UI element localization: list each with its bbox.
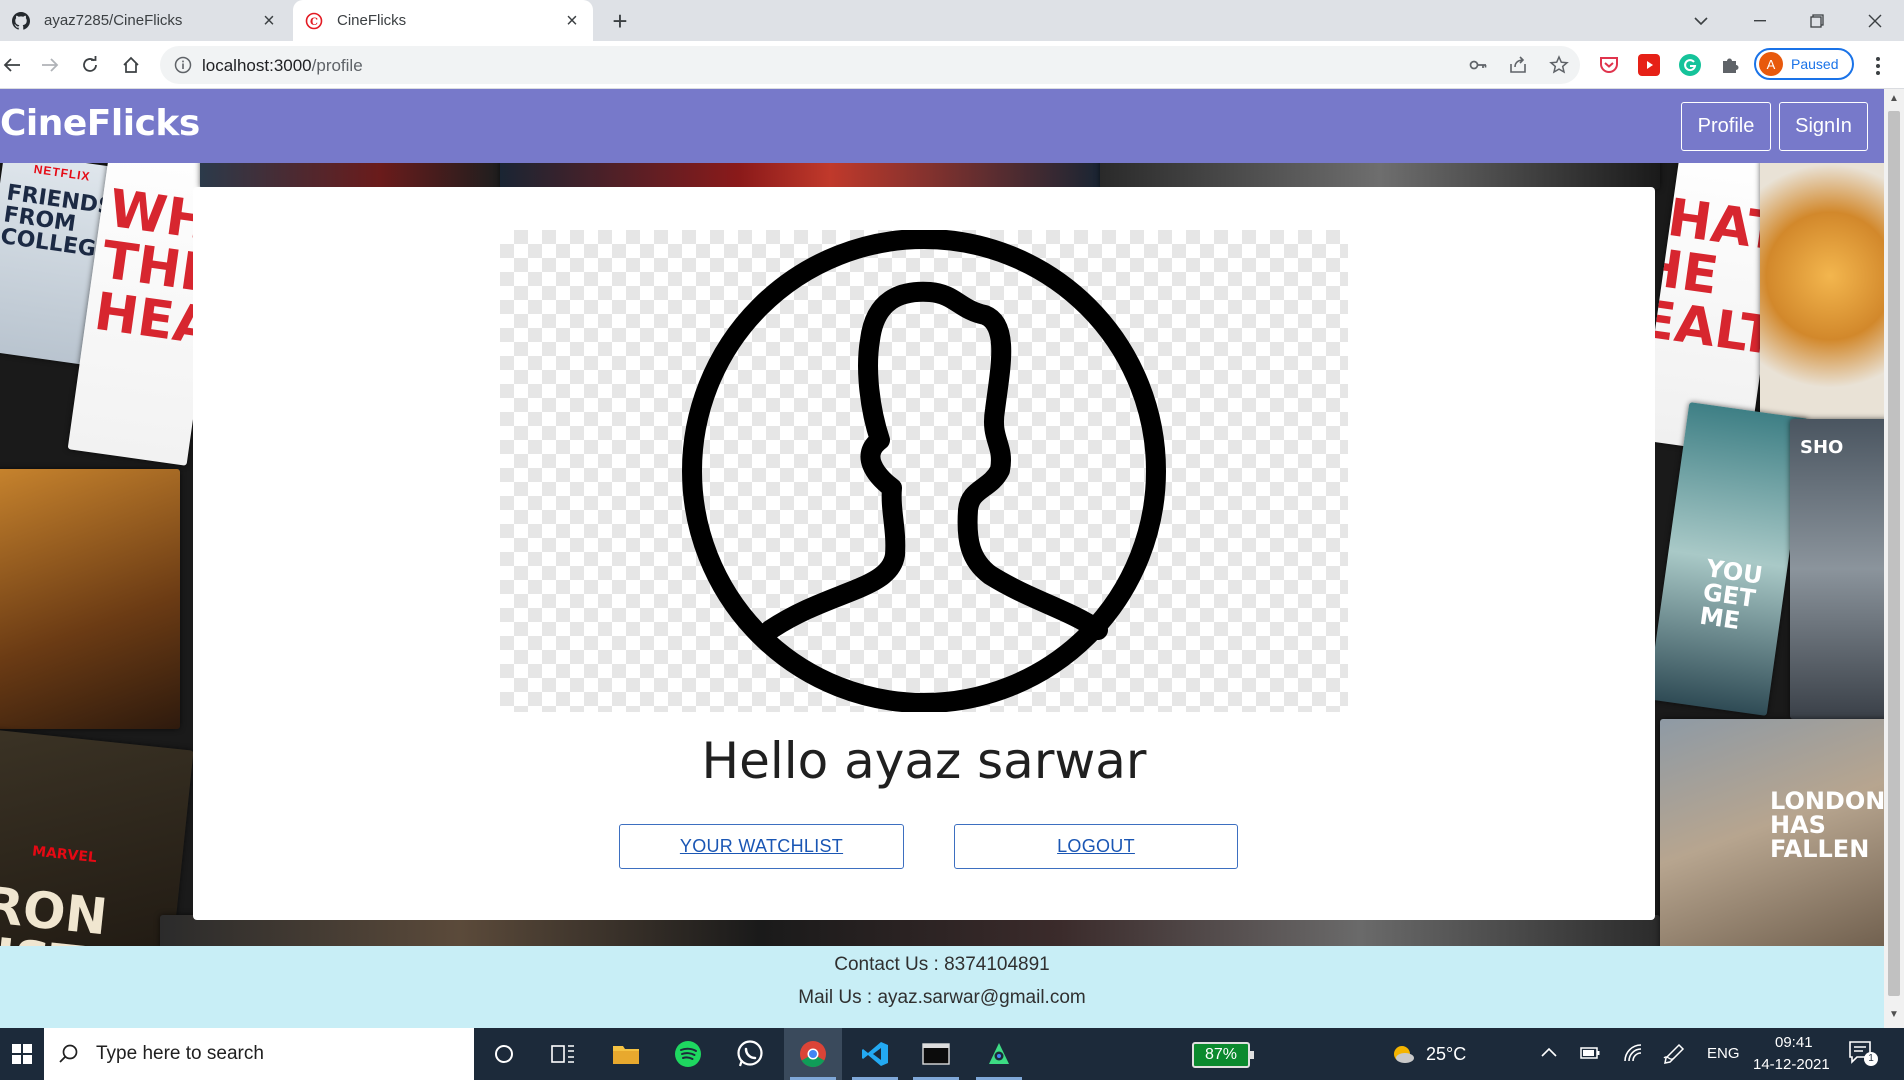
pocket-extension-icon[interactable] xyxy=(1598,54,1620,76)
spotify-icon[interactable] xyxy=(659,1028,717,1080)
battery-icon[interactable] xyxy=(1580,1046,1600,1060)
tab-title: CineFlicks xyxy=(337,12,407,29)
clock-time[interactable]: 09:41 xyxy=(1775,1034,1813,1051)
user-silhouette-icon xyxy=(682,229,1166,713)
reload-button[interactable] xyxy=(76,51,104,79)
forward-button[interactable] xyxy=(36,51,64,79)
youtube-extension-icon[interactable] xyxy=(1638,54,1660,76)
browser-toolbar: localhost:3000/profile A Paused xyxy=(0,41,1904,89)
page-scrollbar[interactable]: ▲ ▼ xyxy=(1884,89,1904,1028)
poster-burger xyxy=(1760,159,1884,419)
language-indicator[interactable]: ENG xyxy=(1707,1045,1740,1062)
poster-title: SHO xyxy=(1800,437,1844,458)
minimize-button[interactable] xyxy=(1735,0,1785,41)
scrollbar-thumb[interactable] xyxy=(1888,111,1900,996)
tab-search-chevron-icon[interactable] xyxy=(1676,0,1726,41)
browser-tab-strip: ayaz7285/CineFlicks × C CineFlicks × + xyxy=(0,0,1904,41)
close-tab-icon[interactable]: × xyxy=(260,11,278,31)
cineflicks-icon: C xyxy=(305,12,323,29)
poster-strip-bottom xyxy=(160,915,1660,949)
grammarly-extension-icon[interactable] xyxy=(1679,54,1701,76)
site-info-icon[interactable] xyxy=(174,56,192,74)
whatsapp-icon[interactable] xyxy=(721,1028,779,1080)
android-studio-icon[interactable] xyxy=(970,1028,1028,1080)
notification-count-badge: 1 xyxy=(1864,1052,1878,1066)
app-navbar: CineFlicks Profile SignIn xyxy=(0,89,1884,163)
key-icon[interactable] xyxy=(1468,55,1488,75)
tab-github[interactable]: ayaz7285/CineFlicks × xyxy=(0,0,290,41)
url-text[interactable]: localhost:3000/profile xyxy=(202,56,363,76)
battery-indicator[interactable]: 87% xyxy=(1192,1042,1254,1068)
pen-ink-icon[interactable] xyxy=(1662,1042,1686,1066)
brand-logo[interactable]: CineFlicks xyxy=(0,103,200,144)
poster-title: YOU GET ME xyxy=(1697,554,1765,636)
notification-center-button[interactable]: 1 xyxy=(1848,1040,1878,1068)
scroll-up-arrow-icon[interactable]: ▲ xyxy=(1888,93,1900,105)
logout-button[interactable]: LOGOUT xyxy=(954,824,1238,869)
back-button[interactable] xyxy=(0,51,26,79)
chevron-up-icon[interactable] xyxy=(1541,1046,1557,1058)
svg-text:C: C xyxy=(310,17,318,28)
poster-marvel-label: MARVEL xyxy=(31,843,98,867)
profile-avatar xyxy=(500,229,1348,713)
new-tab-button[interactable]: + xyxy=(606,8,634,36)
bookmark-star-icon[interactable] xyxy=(1549,55,1569,75)
scroll-down-arrow-icon[interactable]: ▼ xyxy=(1888,1009,1900,1021)
greeting-heading: Hello ayaz sarwar xyxy=(701,732,1147,790)
extensions-puzzle-icon[interactable] xyxy=(1719,54,1741,76)
page-footer: Contact Us : 8374104891 Mail Us : ayaz.s… xyxy=(0,946,1884,1028)
share-icon[interactable] xyxy=(1508,55,1528,75)
windows-taskbar: Type here to search 87% 25°C ENG 09:41 1… xyxy=(0,1028,1904,1080)
poster-title: LONDON HAS FALLEN xyxy=(1770,787,1884,863)
terminal-icon[interactable] xyxy=(907,1028,965,1080)
vscode-icon[interactable] xyxy=(846,1028,904,1080)
clock-date[interactable]: 14-12-2021 xyxy=(1753,1056,1830,1073)
tab-cineflicks[interactable]: C CineFlicks × xyxy=(293,0,593,41)
footer-contact: Contact Us : 8374104891 xyxy=(834,954,1050,975)
address-bar[interactable]: localhost:3000/profile xyxy=(160,46,1580,84)
search-icon xyxy=(59,1044,78,1063)
avatar: A xyxy=(1759,52,1783,76)
file-explorer-icon[interactable] xyxy=(597,1028,655,1080)
cortana-icon[interactable] xyxy=(475,1028,533,1080)
weather-partly-sunny-icon[interactable] xyxy=(1390,1042,1416,1066)
browser-menu-icon[interactable] xyxy=(1868,55,1888,77)
profile-status: Paused xyxy=(1791,56,1839,72)
poster-you-get-me: YOU GET ME xyxy=(1647,402,1809,716)
nav-profile-link[interactable]: Profile xyxy=(1681,102,1771,151)
weather-temperature[interactable]: 25°C xyxy=(1426,1044,1466,1065)
profile-paused-button[interactable]: A Paused xyxy=(1754,48,1854,80)
restore-button[interactable] xyxy=(1792,0,1842,41)
task-view-icon[interactable] xyxy=(534,1028,592,1080)
windows-start-button[interactable] xyxy=(0,1028,44,1080)
tab-title: ayaz7285/CineFlicks xyxy=(44,12,183,29)
github-icon xyxy=(12,11,30,30)
taskbar-search-box[interactable]: Type here to search xyxy=(44,1028,474,1080)
poster-sho: SHO xyxy=(1790,419,1884,719)
url-path: /profile xyxy=(311,56,363,75)
search-placeholder: Type here to search xyxy=(96,1043,264,1064)
poster-drama xyxy=(0,469,180,729)
watchlist-button[interactable]: YOUR WATCHLIST xyxy=(619,824,904,869)
footer-mail: Mail Us : ayaz.sarwar@gmail.com xyxy=(798,987,1086,1008)
close-window-button[interactable] xyxy=(1850,0,1900,41)
url-host: localhost:3000 xyxy=(202,56,312,75)
wifi-icon[interactable] xyxy=(1622,1042,1644,1064)
close-tab-icon[interactable]: × xyxy=(563,11,581,31)
profile-card: Hello ayaz sarwar YOUR WATCHLIST LOGOUT xyxy=(193,187,1655,920)
home-button[interactable] xyxy=(117,51,145,79)
chrome-taskbar-icon[interactable] xyxy=(784,1028,842,1080)
page-viewport: NETFLIX FRIENDS FROM COLLEGE WHAT THE HE… xyxy=(0,89,1884,1028)
nav-signin-link[interactable]: SignIn xyxy=(1779,102,1868,151)
